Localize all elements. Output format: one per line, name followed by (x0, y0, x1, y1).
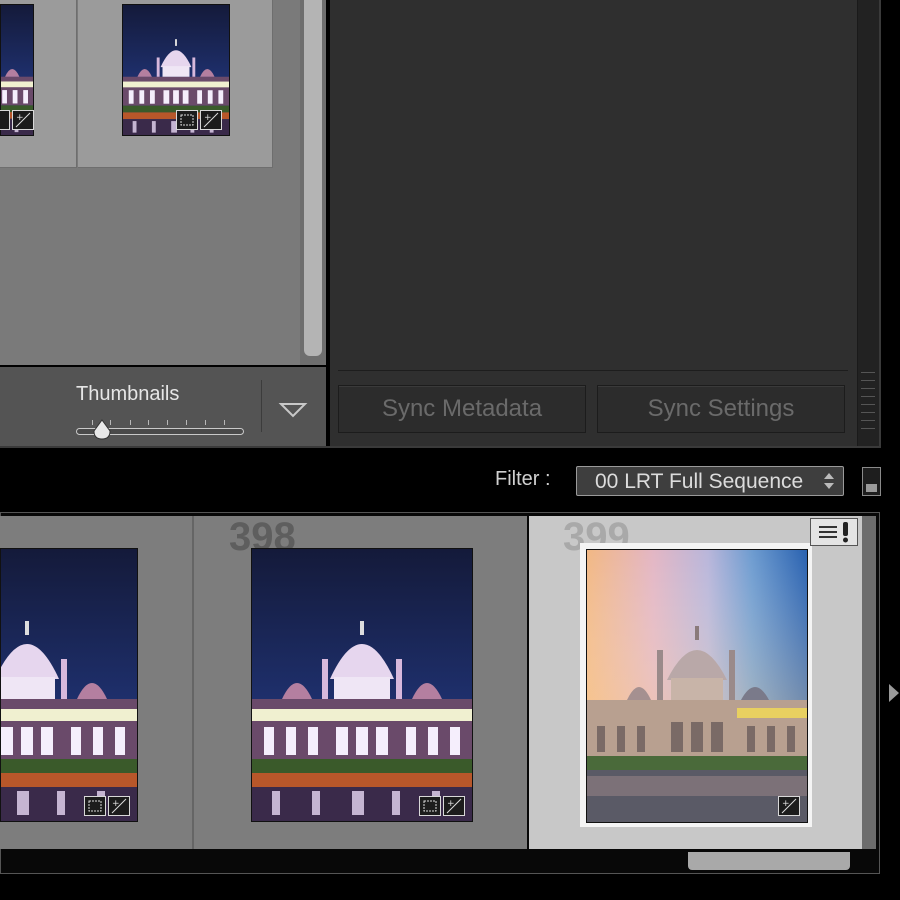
filmstrip-next-arrow-icon[interactable] (889, 684, 899, 702)
filter-selected-value: 00 LRT Full Sequence (595, 470, 804, 493)
slider-tick (167, 420, 168, 425)
filter-label: Filter : (495, 468, 551, 490)
resize-grip (861, 404, 875, 405)
thumbnail-badges: + (84, 796, 130, 816)
crop-badge-icon[interactable] (84, 796, 106, 816)
resize-grip (861, 388, 875, 389)
panel-border (879, 0, 881, 448)
crop-badge-icon[interactable] (419, 796, 441, 816)
resize-grip (861, 412, 875, 413)
svg-text:+: + (204, 113, 212, 123)
slider-tick (148, 420, 149, 425)
slider-handle[interactable] (92, 419, 112, 441)
thumbnail-badges: + (419, 796, 465, 816)
filmstrip-thumbnail-image[interactable] (251, 548, 473, 822)
svg-text:+: + (112, 799, 120, 809)
filmstrip-toggle-icon (866, 484, 877, 492)
resize-grip (861, 428, 875, 429)
thumbnail-badges: + (778, 796, 800, 816)
thumbnail-badges: + (0, 110, 34, 130)
resize-grip (861, 372, 875, 373)
svg-text:+: + (782, 799, 790, 809)
develop-adjust-badge-icon[interactable]: + (200, 110, 222, 130)
develop-adjust-badge-icon[interactable]: + (778, 796, 800, 816)
dropdown-stepper-icon[interactable] (820, 470, 838, 492)
resize-grip (861, 396, 875, 397)
toolbar-divider (261, 380, 262, 432)
resize-grip (861, 420, 875, 421)
develop-adjust-badge-icon[interactable]: + (12, 110, 34, 130)
toolbar-menu-chevron-down-icon[interactable] (278, 398, 308, 422)
sync-settings-button[interactable]: Sync Settings (597, 385, 845, 433)
filmstrip-thumbnail-image[interactable] (586, 549, 808, 823)
develop-adjust-badge-icon[interactable]: + (108, 796, 130, 816)
right-panel (330, 0, 857, 446)
filmstrip-edge (862, 516, 876, 849)
crop-badge-icon[interactable] (176, 110, 198, 130)
svg-text:+: + (447, 799, 455, 809)
metadata-warning-icon[interactable] (810, 518, 858, 546)
develop-adjust-badge-icon[interactable]: + (443, 796, 465, 816)
sync-metadata-button[interactable]: Sync Metadata (338, 385, 586, 433)
slider-tick (224, 420, 225, 425)
thumbnail-badges: + (176, 110, 222, 130)
thumbnails-label: Thumbnails (76, 383, 180, 405)
filmstrip-thumbnail-image[interactable] (0, 548, 138, 822)
slider-tick (205, 420, 206, 425)
panel-divider (338, 370, 848, 371)
panel-border (0, 446, 881, 448)
resize-grip (861, 380, 875, 381)
slider-tick (186, 420, 187, 425)
filmstrip-scrollbar-thumb[interactable] (688, 852, 850, 870)
grid-scrollbar-thumb[interactable] (304, 0, 322, 356)
slider-tick (130, 420, 131, 425)
svg-text:+: + (16, 113, 24, 123)
crop-badge-icon[interactable] (0, 110, 10, 130)
